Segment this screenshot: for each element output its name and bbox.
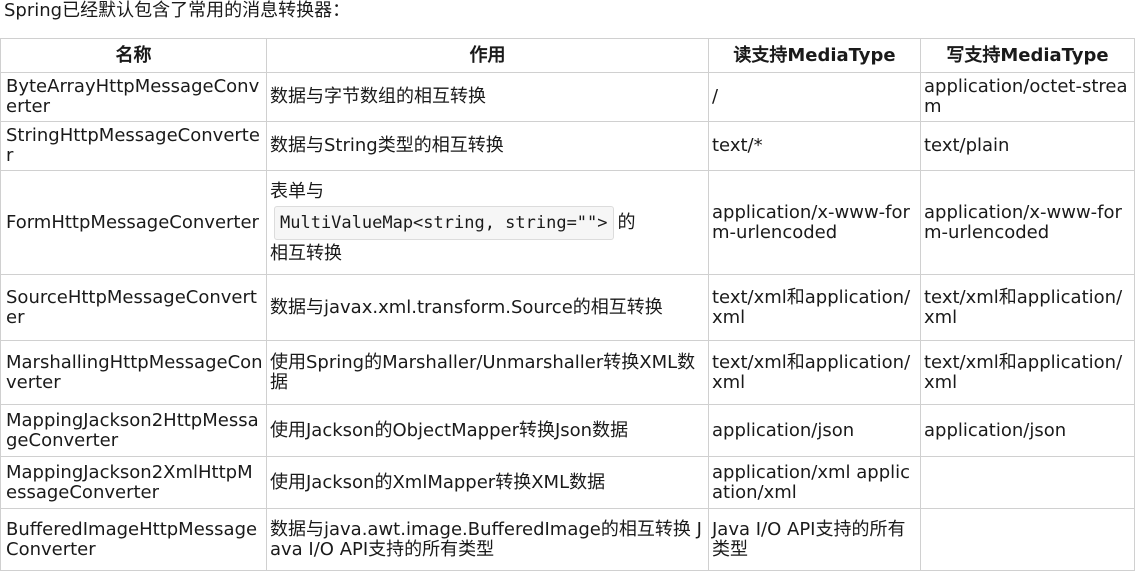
header-read-mediatype: 读支持MediaType <box>708 38 921 73</box>
table-row: BufferedImageHttpMessageConverter 数据与jav… <box>0 508 1135 571</box>
read-mediatype: application/json <box>708 404 921 457</box>
read-mediatype: application/xml application/xml <box>708 456 921 509</box>
converter-purpose: 数据与java.awt.image.BufferedImage的相互转换 Jav… <box>266 508 709 571</box>
table-row: ByteArrayHttpMessageConverter 数据与字节数组的相互… <box>0 72 1135 122</box>
write-mediatype: application/x-www-form-urlencoded <box>920 170 1135 275</box>
converter-name: StringHttpMessageConverter <box>0 121 267 171</box>
table-header-row: 名称 作用 读支持MediaType 写支持MediaType <box>0 38 1135 73</box>
write-mediatype <box>920 508 1135 571</box>
converter-name: BufferedImageHttpMessageConverter <box>0 508 267 571</box>
intro-text: Spring已经默认包含了常用的消息转换器： <box>4 0 351 21</box>
purpose-tail: 相互转换 <box>270 242 342 264</box>
inline-code: MultiValueMap<string, string=""> <box>274 205 614 240</box>
table-row: SourceHttpMessageConverter 数据与javax.xml.… <box>0 274 1135 341</box>
header-name: 名称 <box>0 38 267 73</box>
write-mediatype: application/json <box>920 404 1135 457</box>
converter-name: ByteArrayHttpMessageConverter <box>0 72 267 122</box>
read-mediatype: application/x-www-form-urlencoded <box>708 170 921 275</box>
converter-purpose: 数据与字节数组的相互转换 <box>266 72 709 122</box>
converter-purpose: 表单与 MultiValueMap<string, string=""> 的 相互… <box>266 170 709 275</box>
read-mediatype: Java I/O API支持的所有类型 <box>708 508 921 571</box>
header-purpose: 作用 <box>266 38 709 73</box>
converter-name: FormHttpMessageConverter <box>0 170 267 275</box>
table-row: MarshallingHttpMessageConverter 使用Spring… <box>0 340 1135 405</box>
converter-purpose: 数据与String类型的相互转换 <box>266 121 709 171</box>
header-write-mediatype: 写支持MediaType <box>920 38 1135 73</box>
write-mediatype: application/octet-stream <box>920 72 1135 122</box>
converter-purpose: 使用Spring的Marshaller/Unmarshaller转换XML数据 <box>266 340 709 405</box>
read-mediatype: text/* <box>708 121 921 171</box>
table-row: FormHttpMessageConverter 表单与 MultiValueM… <box>0 170 1135 275</box>
read-mediatype: / <box>708 72 921 122</box>
converter-table: 名称 作用 读支持MediaType 写支持MediaType ByteArra… <box>0 38 1135 571</box>
converter-name: MappingJackson2XmlHttpMessageConverter <box>0 456 267 509</box>
write-mediatype: text/plain <box>920 121 1135 171</box>
purpose-before: 表单与 <box>270 180 324 202</box>
table-row: StringHttpMessageConverter 数据与String类型的相… <box>0 121 1135 171</box>
converter-name: MappingJackson2HttpMessageConverter <box>0 404 267 457</box>
read-mediatype: text/xml和application/xml <box>708 340 921 405</box>
converter-purpose: 数据与javax.xml.transform.Source的相互转换 <box>266 274 709 341</box>
write-mediatype: text/xml和application/xml <box>920 274 1135 341</box>
write-mediatype <box>920 456 1135 509</box>
converter-name: MarshallingHttpMessageConverter <box>0 340 267 405</box>
read-mediatype: text/xml和application/xml <box>708 274 921 341</box>
table-row: MappingJackson2HttpMessageConverter 使用Ja… <box>0 404 1135 457</box>
converter-name: SourceHttpMessageConverter <box>0 274 267 341</box>
converter-purpose: 使用Jackson的ObjectMapper转换Json数据 <box>266 404 709 457</box>
purpose-after: 的 <box>617 211 636 233</box>
converter-purpose: 使用Jackson的XmlMapper转换XML数据 <box>266 456 709 509</box>
table-row: MappingJackson2XmlHttpMessageConverter 使… <box>0 456 1135 509</box>
write-mediatype: text/xml和application/xml <box>920 340 1135 405</box>
